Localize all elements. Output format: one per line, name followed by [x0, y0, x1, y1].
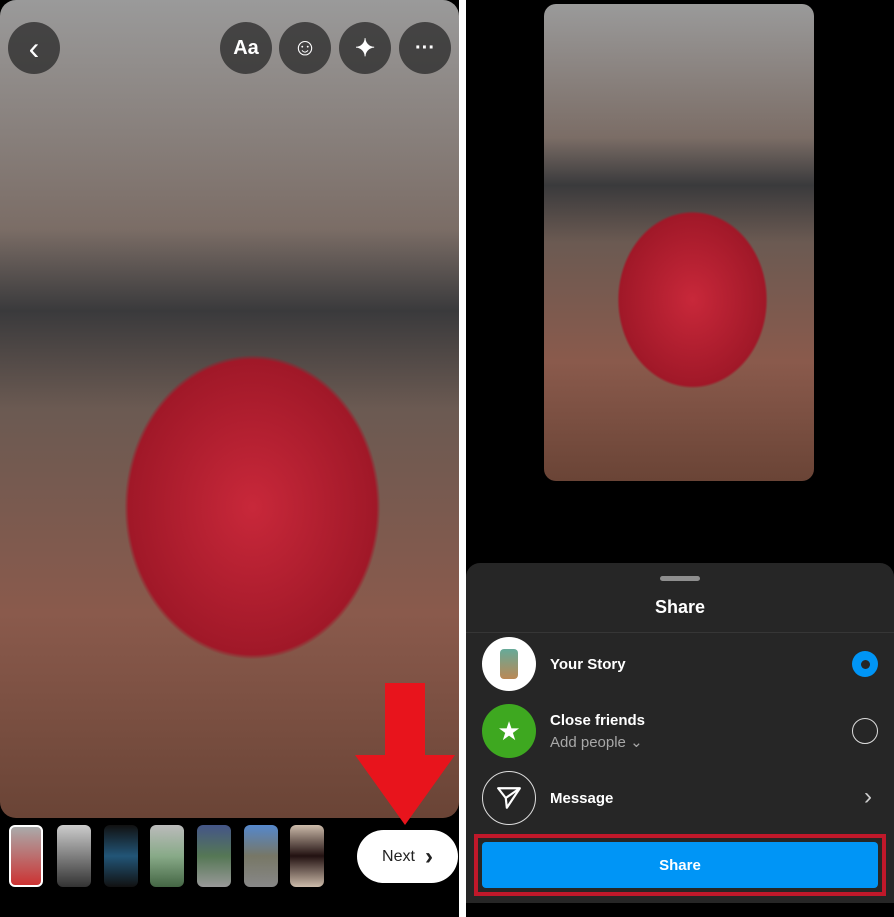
more-icon: ··· [415, 36, 435, 59]
close-friends-option[interactable]: ★ Close friends Add people ⌄ [482, 704, 878, 760]
send-icon [482, 771, 536, 825]
chevron-right-icon: › [424, 842, 433, 870]
story-preview [544, 4, 814, 481]
sticker-button[interactable]: ☺ [279, 22, 331, 74]
more-button[interactable]: ··· [399, 22, 451, 74]
thumbnail[interactable] [197, 825, 231, 887]
close-friends-label: Close friends [550, 712, 646, 729]
back-button[interactable]: ‹ [8, 22, 60, 74]
your-story-option[interactable]: Your Story [482, 637, 878, 693]
chevron-right-icon: › [864, 783, 872, 810]
next-label: Next [382, 847, 415, 865]
thumbnail[interactable] [57, 825, 91, 887]
drag-handle[interactable] [660, 576, 700, 581]
close-friends-radio[interactable] [852, 718, 878, 744]
thumbnail[interactable] [244, 825, 278, 887]
your-story-label: Your Story [550, 656, 626, 673]
thumbnail[interactable] [150, 825, 184, 887]
next-button[interactable]: Next › [357, 830, 458, 883]
share-button-highlight: Share [474, 834, 886, 896]
divider [466, 632, 894, 633]
sheet-title: Share [654, 597, 706, 617]
thumbnail[interactable] [9, 825, 43, 887]
share-screen: Share Your Story ★ Close friends Add peo… [466, 0, 894, 917]
effects-button[interactable]: ✦ [339, 22, 391, 74]
share-sheet: Share Your Story ★ Close friends Add peo… [466, 563, 894, 903]
sticker-icon: ☺ [292, 34, 318, 61]
message-label: Message [550, 790, 614, 807]
text-tool-button[interactable]: Aa [220, 22, 272, 74]
chevron-down-icon: ⌄ [630, 734, 643, 751]
message-option[interactable]: Message › [482, 771, 878, 827]
avatar [482, 637, 536, 691]
text-icon: Aa [233, 36, 259, 59]
thumbnail[interactable] [290, 825, 324, 887]
red-arrow-annotation-icon [355, 683, 455, 825]
add-people-link[interactable]: Add people ⌄ [550, 733, 643, 751]
your-story-radio[interactable] [852, 651, 878, 677]
share-button[interactable]: Share [482, 842, 878, 888]
star-icon: ★ [482, 704, 536, 758]
story-editor-screen: ‹ Aa ☺ ✦ ··· Next › [0, 0, 459, 917]
effects-icon: ✦ [354, 34, 376, 62]
thumbnail[interactable] [104, 825, 138, 887]
add-people-label: Add people [550, 734, 626, 751]
back-icon: ‹ [28, 29, 40, 66]
